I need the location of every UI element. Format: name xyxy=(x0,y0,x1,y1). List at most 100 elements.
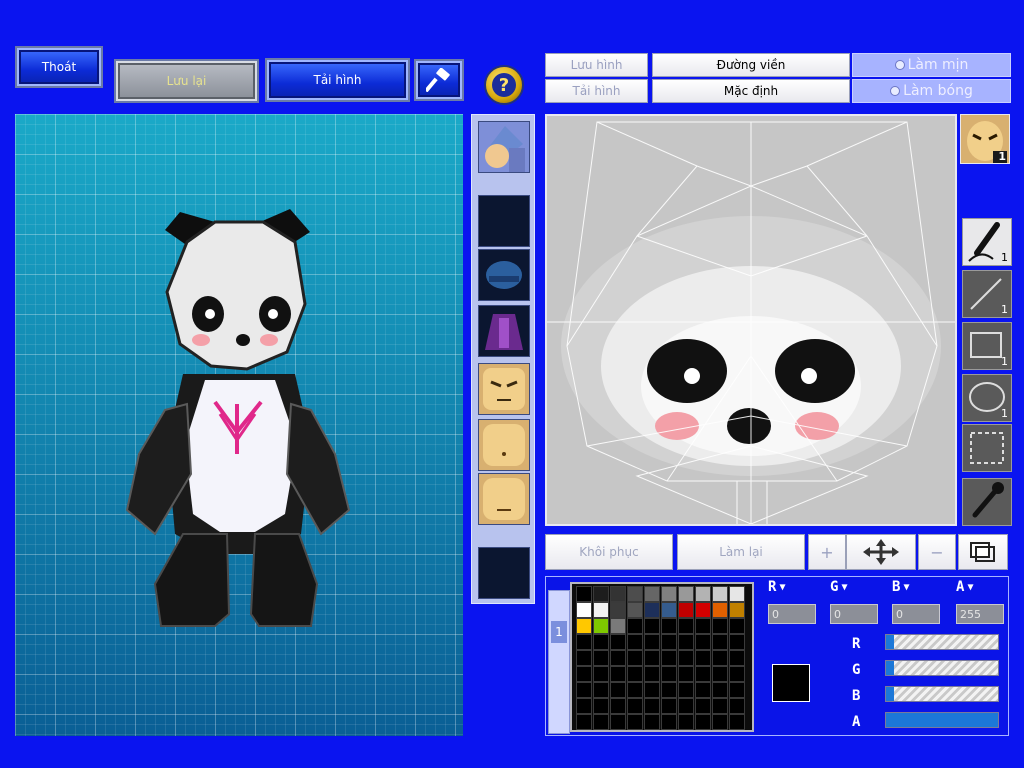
color-swatch[interactable] xyxy=(695,714,711,730)
b-slider[interactable] xyxy=(885,686,999,702)
color-swatch[interactable] xyxy=(678,666,694,682)
texture-editor-canvas[interactable] xyxy=(545,114,957,526)
color-swatch[interactable] xyxy=(610,586,626,602)
palette-tab[interactable]: 1 xyxy=(551,621,567,643)
color-swatch[interactable] xyxy=(678,634,694,650)
g-channel-header[interactable]: G ▼ xyxy=(830,578,870,596)
color-swatch[interactable] xyxy=(644,650,660,666)
color-swatch[interactable] xyxy=(729,698,745,714)
color-swatch[interactable] xyxy=(678,618,694,634)
color-swatch[interactable] xyxy=(610,650,626,666)
rectangle-tool-button[interactable]: 1 xyxy=(962,322,1012,370)
color-swatch[interactable] xyxy=(712,698,728,714)
parts-item-empty-2[interactable] xyxy=(478,547,530,599)
color-swatch[interactable] xyxy=(644,602,660,618)
color-swatch[interactable] xyxy=(593,650,609,666)
selection-tool-button[interactable] xyxy=(962,424,1012,472)
face-preview-thumbnail[interactable]: 1 xyxy=(960,114,1010,164)
parts-item-round-face[interactable] xyxy=(478,419,530,471)
color-swatch[interactable] xyxy=(729,586,745,602)
g-slider[interactable] xyxy=(885,660,999,676)
color-swatch[interactable] xyxy=(729,602,745,618)
color-swatch[interactable] xyxy=(678,586,694,602)
color-swatch[interactable] xyxy=(593,698,609,714)
color-swatch[interactable] xyxy=(678,714,694,730)
color-swatch[interactable] xyxy=(678,682,694,698)
color-swatch[interactable] xyxy=(661,714,677,730)
color-swatch[interactable] xyxy=(644,714,660,730)
color-swatch[interactable] xyxy=(661,698,677,714)
color-swatch[interactable] xyxy=(712,618,728,634)
redo-button[interactable]: Làm lại xyxy=(677,534,805,570)
color-swatch[interactable] xyxy=(610,666,626,682)
color-swatch[interactable] xyxy=(678,602,694,618)
help-button[interactable]: ? xyxy=(484,65,524,105)
color-swatch[interactable] xyxy=(661,650,677,666)
load-image-tab[interactable]: Tải hình xyxy=(545,79,648,103)
character-preview[interactable] xyxy=(15,114,463,736)
color-swatch[interactable] xyxy=(712,650,728,666)
color-swatch[interactable] xyxy=(644,666,660,682)
color-swatch[interactable] xyxy=(695,602,711,618)
eyedropper-tool-button[interactable] xyxy=(962,478,1012,526)
smooth-toggle[interactable]: Làm mịn xyxy=(852,53,1011,77)
color-swatch[interactable] xyxy=(661,682,677,698)
color-swatch[interactable] xyxy=(576,698,592,714)
zoom-out-button[interactable]: − xyxy=(918,534,956,570)
color-swatch[interactable] xyxy=(627,586,643,602)
parts-item-plain-face[interactable] xyxy=(478,473,530,525)
color-swatch[interactable] xyxy=(593,634,609,650)
restore-button[interactable]: Khôi phục xyxy=(545,534,673,570)
color-swatch[interactable] xyxy=(678,698,694,714)
color-swatch[interactable] xyxy=(712,586,728,602)
color-swatch[interactable] xyxy=(610,634,626,650)
ellipse-tool-button[interactable]: 1 xyxy=(962,374,1012,422)
color-swatch[interactable] xyxy=(729,618,745,634)
color-swatch[interactable] xyxy=(695,634,711,650)
color-swatch[interactable] xyxy=(644,634,660,650)
hammer-button[interactable] xyxy=(416,61,462,99)
color-swatch[interactable] xyxy=(661,618,677,634)
parts-item-purple-armor[interactable] xyxy=(478,305,530,357)
color-swatch[interactable] xyxy=(695,682,711,698)
color-swatch[interactable] xyxy=(712,714,728,730)
color-swatch[interactable] xyxy=(593,586,609,602)
shade-toggle[interactable]: Làm bóng xyxy=(852,79,1011,103)
color-swatch[interactable] xyxy=(695,618,711,634)
color-swatch[interactable] xyxy=(593,714,609,730)
r-value-field[interactable]: 0 xyxy=(768,604,816,624)
color-swatch[interactable] xyxy=(627,698,643,714)
b-channel-header[interactable]: B ▼ xyxy=(892,578,932,596)
color-swatch[interactable] xyxy=(729,682,745,698)
color-swatch[interactable] xyxy=(729,634,745,650)
color-swatch[interactable] xyxy=(610,682,626,698)
a-value-field[interactable]: 255 xyxy=(956,604,1004,624)
parts-item-empty-1[interactable] xyxy=(478,195,530,247)
save-button[interactable]: Lưu lại xyxy=(116,61,257,101)
color-swatch[interactable] xyxy=(661,602,677,618)
color-swatch[interactable] xyxy=(627,650,643,666)
color-swatch[interactable] xyxy=(644,618,660,634)
color-swatch[interactable] xyxy=(593,602,609,618)
color-swatch[interactable] xyxy=(593,666,609,682)
color-swatch[interactable] xyxy=(627,634,643,650)
color-swatch[interactable] xyxy=(678,650,694,666)
color-swatch[interactable] xyxy=(576,714,592,730)
color-swatch[interactable] xyxy=(712,666,728,682)
save-image-tab[interactable]: Lưu hình xyxy=(545,53,648,77)
color-swatch[interactable] xyxy=(661,586,677,602)
color-swatch[interactable] xyxy=(729,714,745,730)
color-swatch[interactable] xyxy=(627,666,643,682)
b-value-field[interactable]: 0 xyxy=(892,604,940,624)
color-swatch[interactable] xyxy=(593,618,609,634)
color-swatch[interactable] xyxy=(576,602,592,618)
color-swatch[interactable] xyxy=(644,682,660,698)
color-swatch[interactable] xyxy=(661,634,677,650)
color-swatch[interactable] xyxy=(661,666,677,682)
color-swatch[interactable] xyxy=(610,618,626,634)
zoom-in-button[interactable]: + xyxy=(808,534,846,570)
color-swatch[interactable] xyxy=(729,666,745,682)
color-swatch[interactable] xyxy=(576,586,592,602)
default-tab[interactable]: Mặc định xyxy=(652,79,850,103)
color-swatch[interactable] xyxy=(627,682,643,698)
